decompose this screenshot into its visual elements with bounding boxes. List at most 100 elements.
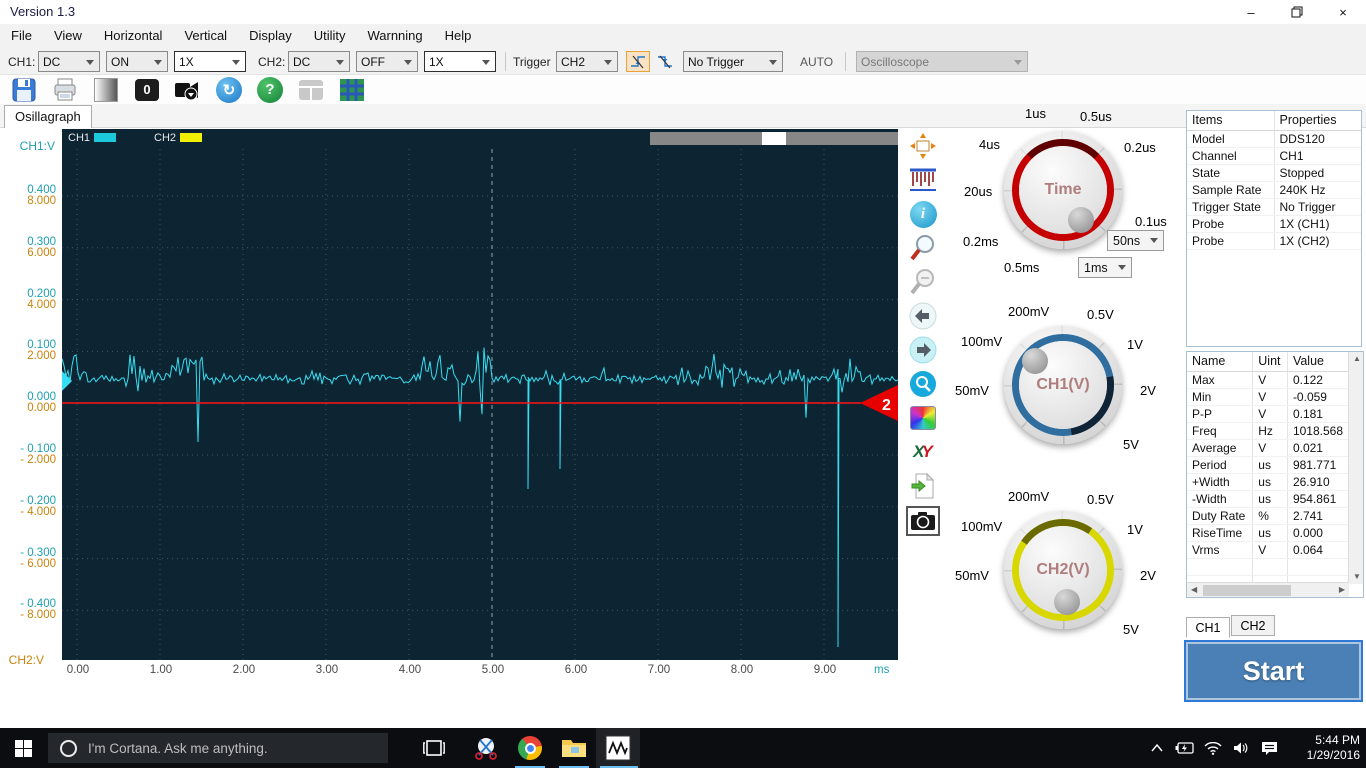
time-scale-0p5us: 0.5us	[1080, 109, 1112, 124]
scope-scrollbar-thumb[interactable]	[762, 132, 786, 145]
table-cell: -Width	[1187, 490, 1253, 507]
chevron-up-icon	[1151, 744, 1163, 752]
system-tray: 5:44 PM 1/29/2016	[1146, 728, 1366, 768]
restore-icon	[1291, 6, 1303, 18]
info-button[interactable]: i	[908, 200, 938, 228]
table-cell: us	[1253, 524, 1288, 541]
measurements-hscrollbar[interactable]: ◀ ▶	[1187, 582, 1349, 597]
tray-time: 5:44 PM	[1290, 733, 1360, 748]
table-cell: 0.122	[1287, 371, 1348, 388]
scope-scrollbar[interactable]	[650, 132, 898, 145]
back-button[interactable]	[908, 302, 938, 330]
refresh-button[interactable]: ↻	[215, 76, 243, 104]
print-button[interactable]	[51, 76, 79, 104]
record-button[interactable]	[174, 76, 202, 104]
wifi-tray-button[interactable]	[1202, 728, 1224, 768]
menu-horizontal[interactable]: Horizontal	[93, 24, 174, 48]
hscroll-thumb[interactable]	[1203, 585, 1291, 596]
table-cell: 2.741	[1287, 507, 1348, 524]
ch2-probe-select[interactable]: 1X	[424, 51, 496, 72]
snapshot-button[interactable]	[906, 506, 940, 536]
forward-button[interactable]	[908, 336, 938, 364]
zoom-out-button[interactable]	[908, 268, 938, 296]
scope-display[interactable]: 2 CH1 CH2	[62, 129, 898, 660]
meas-header-name: Name	[1187, 352, 1253, 371]
menu-file[interactable]: File	[0, 24, 43, 48]
menu-display[interactable]: Display	[238, 24, 303, 48]
scroll-left-icon[interactable]: ◀	[1191, 586, 1197, 594]
taskbar-clock[interactable]: 5:44 PM 1/29/2016	[1290, 733, 1360, 763]
task-view-button[interactable]	[412, 728, 456, 768]
scroll-down-icon[interactable]: ▼	[1353, 573, 1361, 581]
back-arrow-icon	[909, 302, 937, 330]
menu-warnning[interactable]: Warnning	[356, 24, 433, 48]
ch1-on-select[interactable]: ON	[106, 51, 168, 72]
table-cell: V	[1253, 405, 1288, 422]
trigger-marker-label: 2	[882, 397, 891, 414]
grid-button[interactable]	[338, 76, 366, 104]
time-scale-20us: 20us	[964, 184, 992, 199]
battery-tray-button[interactable]	[1174, 728, 1196, 768]
scroll-up-icon[interactable]: ▲	[1353, 355, 1361, 363]
restore-button[interactable]	[1274, 0, 1320, 24]
table-cell: V	[1253, 439, 1288, 456]
oscilloscope-app-button[interactable]	[596, 728, 640, 768]
table-row: Probe1X (CH1)	[1187, 215, 1361, 232]
start-button[interactable]: Start	[1184, 640, 1363, 702]
file-explorer-button[interactable]	[552, 728, 596, 768]
start-menu-button[interactable]	[0, 728, 46, 768]
export-button[interactable]	[908, 472, 938, 500]
xy-mode-button[interactable]: XY	[908, 438, 938, 466]
ch2-volt-knob[interactable]: CH2(V)	[1004, 511, 1122, 629]
menu-utility[interactable]: Utility	[303, 24, 357, 48]
action-center-button[interactable]	[1258, 728, 1280, 768]
table-cell: Stopped	[1274, 164, 1361, 181]
tray-expand-button[interactable]	[1146, 728, 1168, 768]
ch2-coupling-select[interactable]: DC	[288, 51, 350, 72]
menu-help[interactable]: Help	[434, 24, 483, 48]
time-knob[interactable]: Time	[1004, 131, 1122, 249]
ch1-scale-200mv: 200mV	[1008, 304, 1049, 319]
close-button[interactable]: ×	[1320, 0, 1366, 24]
cortana-search-input[interactable]: I'm Cortana. Ask me anything.	[48, 733, 388, 763]
sampling-button[interactable]	[908, 166, 938, 194]
ch1-probe-select[interactable]: 1X	[174, 51, 246, 72]
volume-tray-button[interactable]	[1230, 728, 1252, 768]
trigger-marker[interactable]	[860, 385, 898, 421]
time-fine-select[interactable]: 50ns	[1107, 230, 1164, 251]
minimize-button[interactable]: –	[1228, 0, 1274, 24]
help-button[interactable]: ?	[256, 76, 284, 104]
trigger-source-select[interactable]: CH2	[556, 51, 618, 72]
scroll-right-icon[interactable]: ▶	[1339, 586, 1345, 594]
snipping-tool-button[interactable]	[464, 728, 508, 768]
table-cell: Max	[1187, 371, 1253, 388]
search-button[interactable]	[908, 370, 938, 398]
chrome-icon	[518, 736, 542, 760]
tab-ch1[interactable]: CH1	[1186, 617, 1230, 638]
ch2-on-select[interactable]: OFF	[356, 51, 418, 72]
measurements-vscrollbar[interactable]: ▲ ▼	[1348, 352, 1363, 584]
menu-view[interactable]: View	[43, 24, 93, 48]
fit-screen-button[interactable]	[908, 132, 938, 160]
refresh-icon: ↻	[216, 77, 242, 103]
menu-vertical[interactable]: Vertical	[173, 24, 238, 48]
palette-button[interactable]	[908, 404, 938, 432]
background-button[interactable]	[92, 76, 120, 104]
ch1-volt-knob[interactable]: CH1(V)	[1004, 326, 1122, 444]
zoom-out-icon	[909, 268, 937, 296]
trigger-mode-select[interactable]: No Trigger	[683, 51, 783, 72]
panel-button[interactable]	[297, 76, 325, 104]
save-button[interactable]	[10, 76, 38, 104]
window-title: Version 1.3	[10, 4, 75, 19]
rising-edge-button[interactable]	[626, 51, 650, 72]
table-cell: 0.064	[1287, 541, 1348, 558]
zoom-in-button[interactable]	[908, 234, 938, 262]
tab-osillagraph[interactable]: Osillagraph	[4, 105, 92, 128]
chrome-button[interactable]	[508, 728, 552, 768]
ch2-label: CH2:	[258, 55, 285, 69]
ch1-waveform	[62, 348, 898, 647]
ch1-coupling-select[interactable]: DC	[38, 51, 100, 72]
tab-ch2[interactable]: CH2	[1231, 615, 1275, 636]
time-coarse-select[interactable]: 1ms	[1078, 257, 1132, 278]
falling-edge-button[interactable]	[653, 51, 677, 72]
